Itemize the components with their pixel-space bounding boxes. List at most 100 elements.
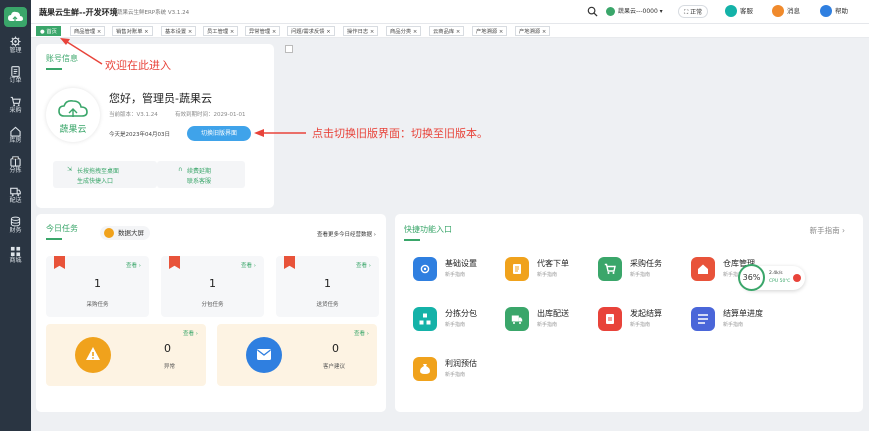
tab-origin-trace-2[interactable]: 产地溯源 ×	[515, 26, 551, 36]
top-bar: 蔬果云生鲜--开发环境 蔬果云生鲜ERP系统 V3.1.24 蔬果云---000…	[31, 0, 869, 24]
flag-icon	[169, 256, 180, 269]
purchase-task-card[interactable]: 查看 › 1 采购任务	[46, 256, 149, 317]
task-count: 1	[209, 277, 216, 290]
user-menu[interactable]: 蔬果云---0000 ▾	[606, 6, 663, 18]
switch-old-ui-button[interactable]: 切换旧版界面	[187, 126, 251, 141]
view-link[interactable]: 查看 ›	[241, 261, 256, 269]
sidebar-item-orders[interactable]: 订单	[0, 66, 31, 94]
quick-guide: 新手指南	[537, 272, 558, 278]
view-link[interactable]: 查看 ›	[356, 261, 371, 269]
expire-date: 有效到期时间：2029-01-01	[175, 112, 246, 118]
shortcut-line2: 生成快捷入口	[77, 178, 114, 185]
service-label: 客服	[740, 7, 753, 15]
quick-name: 代客下单	[537, 259, 569, 268]
quick-name: 发起结算	[630, 309, 662, 318]
sidebar-item-finance[interactable]: 财务	[0, 216, 31, 244]
sidebar-item-manage[interactable]: 管理	[0, 36, 31, 64]
packing-task-card[interactable]: 查看 › 1 分包任务	[161, 256, 264, 317]
title-underline	[46, 68, 62, 70]
quick-profit-estimate[interactable]: 利润预估 新手指南	[413, 354, 503, 384]
cpu-temp: CPU 50℃	[769, 279, 791, 284]
cpu-widget[interactable]: 36% 2.4k/s CPU 50℃	[738, 264, 805, 291]
tab-categories[interactable]: 商品分类 ×	[386, 26, 422, 36]
help-icon	[820, 5, 832, 17]
quick-guide: 新手指南	[630, 322, 651, 328]
sidebar-item-mall[interactable]: 商城	[0, 246, 31, 274]
exception-label: 异常	[164, 364, 176, 370]
exception-count: 0	[164, 342, 171, 355]
help-button[interactable]: 帮助	[820, 5, 848, 18]
gear-icon	[10, 36, 21, 47]
tab-home[interactable]: ● 首页	[36, 26, 61, 36]
message-button[interactable]: 消息	[772, 5, 800, 18]
service-button[interactable]: 客服	[725, 5, 753, 18]
quick-name: 结算单进度	[723, 309, 763, 318]
guide-link[interactable]: 新手指南 ›	[810, 225, 845, 236]
tab-feedback[interactable]: 问题/需求反馈 ×	[287, 26, 335, 36]
sidebar-item-label: 配送	[9, 197, 22, 204]
screen-icon	[104, 228, 114, 238]
suggestion-label: 客户建议	[323, 364, 346, 370]
data-screen-button[interactable]: 数据大屏	[100, 226, 150, 240]
app-title: 蔬果云生鲜--开发环境	[39, 8, 118, 17]
task-label: 分包任务	[201, 302, 224, 308]
quick-guide: 新手指南	[445, 322, 466, 328]
data-screen-label: 数据大屏	[118, 229, 144, 237]
delivery-task-card[interactable]: 查看 › 1 送货任务	[276, 256, 379, 317]
tab-exceptions[interactable]: 异常管理 ×	[245, 26, 281, 36]
tasks-panel: 今日任务 数据大屏 查看更多今日经营数据 › 查看 › 1 采购任务 查看 › …	[36, 214, 386, 412]
settlement-icon	[598, 307, 622, 331]
sidebar-item-label: 财务	[9, 227, 22, 234]
headset-icon	[725, 5, 737, 17]
sidebar-item-warehouse[interactable]: 库房	[0, 126, 31, 154]
headset-icon: ∩	[178, 166, 183, 173]
search-icon[interactable]	[587, 6, 598, 17]
tab-logs[interactable]: 操作日志 ×	[343, 26, 379, 36]
app-logo[interactable]	[4, 7, 27, 27]
renew-line1: 续费延期	[187, 168, 212, 175]
app-version: 蔬果云生鲜ERP系统 V3.1.24	[117, 10, 190, 16]
sidebar-item-delivery[interactable]: 配送	[0, 186, 31, 214]
quick-purchase-task[interactable]: 采购任务 新手指南	[598, 254, 688, 284]
app-root: 管理 订单 采购 库房 分拣 配送 财务 商城 蔬果云生鲜--开发环境 蔬果云生…	[0, 0, 869, 431]
broken-image-icon	[285, 45, 293, 53]
view-link[interactable]: 查看 ›	[183, 329, 198, 337]
quick-settlement[interactable]: 发起结算 新手指南	[598, 304, 688, 334]
flag-icon	[54, 256, 65, 269]
tab-basic-settings[interactable]: 基本设置 ×	[161, 26, 197, 36]
more-data-link[interactable]: 查看更多今日经营数据 ›	[317, 230, 376, 238]
grid-icon	[10, 246, 21, 257]
tab-sales-statement[interactable]: 销售对账单 ×	[112, 26, 153, 36]
quick-settlement-progress[interactable]: 结算单进度 新手指南	[691, 304, 781, 334]
sidebar-item-purchase[interactable]: 采购	[0, 96, 31, 124]
sidebar-item-sorting[interactable]: 分拣	[0, 156, 31, 184]
task-count: 1	[324, 277, 331, 290]
suggestion-card[interactable]: 查看 › 0 客户建议	[217, 324, 377, 386]
suggestion-count: 0	[332, 342, 339, 355]
tab-staff[interactable]: 员工管理 ×	[203, 26, 239, 36]
tab-origin-trace[interactable]: 产地溯源 ×	[472, 26, 508, 36]
house-icon	[10, 126, 21, 137]
desktop-shortcut-card[interactable]: ⇲ 长按拖拽至桌面 生成快捷入口	[53, 161, 157, 188]
quick-guide: 新手指南	[630, 272, 651, 278]
sidebar: 管理 订单 采购 库房 分拣 配送 财务 商城	[0, 0, 31, 431]
renew-card[interactable]: ∩ 续费延期 联系客服	[157, 161, 245, 188]
exception-card[interactable]: 查看 › 0 异常	[46, 324, 206, 386]
tab-cloud-goods[interactable]: 云商品库 ×	[429, 26, 465, 36]
quick-basic-settings[interactable]: 基础设置 新手指南	[413, 254, 503, 284]
quick-proxy-order[interactable]: 代客下单 新手指南	[505, 254, 595, 284]
view-link[interactable]: 查看 ›	[126, 261, 141, 269]
quick-outbound-delivery[interactable]: 出库配送 新手指南	[505, 304, 595, 334]
fullscreen-label: 正常	[690, 9, 703, 16]
shortcut-line1: 长按拖拽至桌面	[77, 168, 120, 175]
flag-icon	[284, 256, 295, 269]
today-date: 今天是2023年04月03日	[109, 132, 170, 138]
task-count: 1	[94, 277, 101, 290]
quick-name: 基础设置	[445, 259, 477, 268]
tab-goods[interactable]: 商品管理 ×	[70, 26, 106, 36]
quick-guide: 新手指南	[723, 322, 744, 328]
fullscreen-button[interactable]: ⛶ 正常	[678, 5, 709, 18]
sidebar-item-label: 订单	[9, 77, 22, 84]
view-link[interactable]: 查看 ›	[354, 329, 369, 337]
quick-sorting[interactable]: 分拣分包 新手指南	[413, 304, 503, 334]
